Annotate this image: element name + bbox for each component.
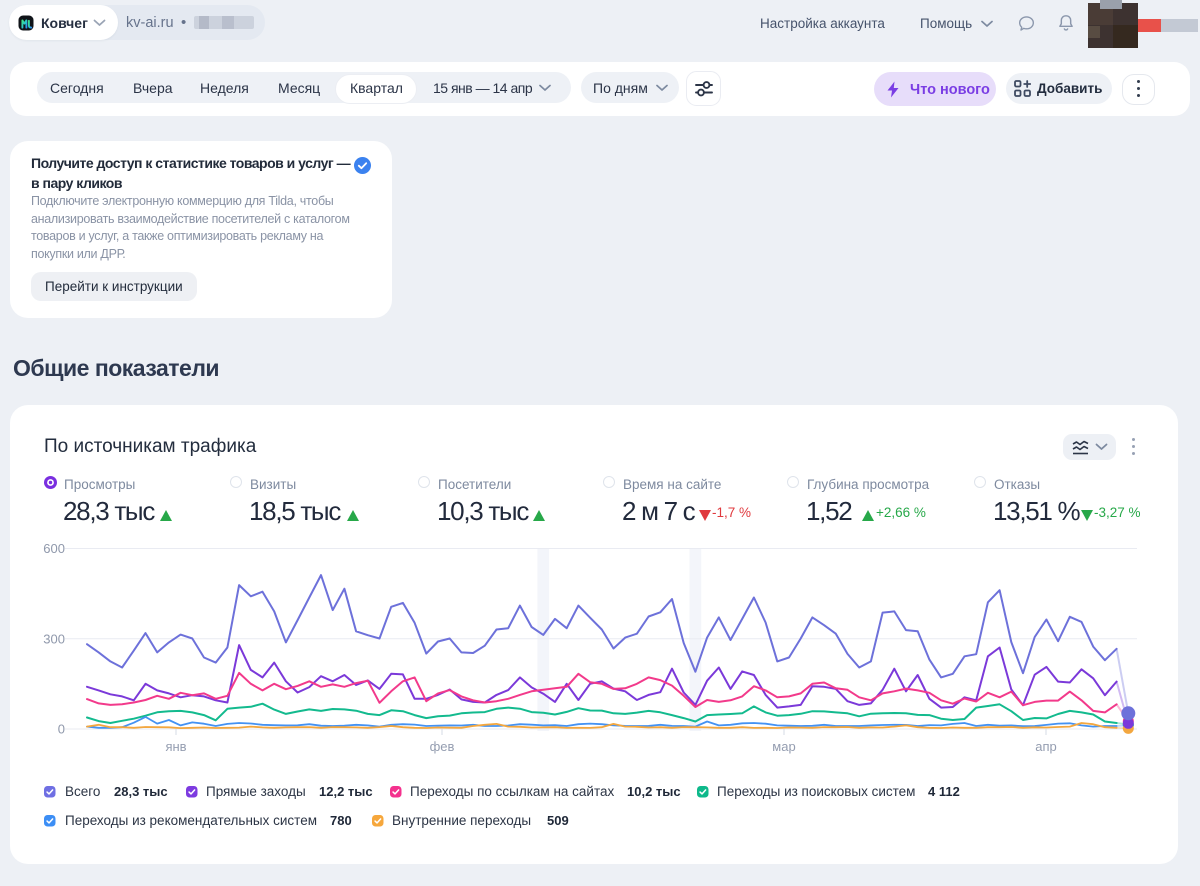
svg-text:300: 300: [43, 631, 65, 646]
svg-text:апр: апр: [1035, 739, 1057, 754]
svg-text:мар: мар: [772, 739, 795, 754]
svg-text:фев: фев: [430, 739, 455, 754]
svg-text:янв: янв: [165, 739, 186, 754]
svg-text:600: 600: [43, 541, 65, 556]
svg-text:0: 0: [58, 722, 65, 737]
